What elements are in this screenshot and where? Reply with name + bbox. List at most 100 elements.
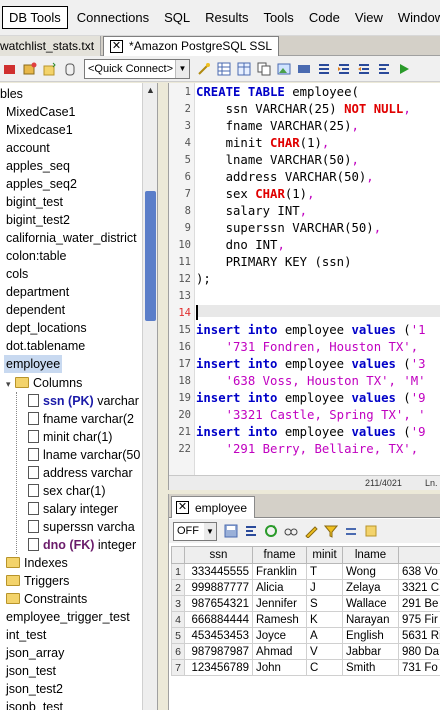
tree-column[interactable]: superssn varcha [28, 518, 135, 536]
tree-table[interactable]: employee_trigger_test [6, 608, 130, 626]
connect-icon[interactable] [23, 62, 37, 76]
tree-indexes-folder[interactable]: Indexes [6, 554, 68, 572]
tree-column[interactable]: minit char(1) [28, 428, 112, 446]
cell-lname[interactable]: Smith [342, 659, 399, 676]
tree-table[interactable]: int_test [6, 626, 46, 644]
edit-icon[interactable] [244, 524, 258, 538]
tree-column-ssn[interactable]: ssn (PK) varchar [28, 392, 139, 410]
cell-lname[interactable]: Jabbar [342, 643, 399, 660]
cell-ssn[interactable]: 453453453 [184, 627, 253, 644]
cell-address[interactable]: 3321 C [398, 579, 440, 596]
cell-lname[interactable]: English [342, 627, 399, 644]
cell-address[interactable]: 638 Vo [398, 563, 440, 580]
export-icon[interactable] [364, 524, 378, 538]
cell-minit[interactable]: V [306, 643, 343, 660]
cell-address[interactable]: 291 Be [398, 595, 440, 612]
tab-watchlist-stats[interactable]: watchlist_stats.txt [0, 36, 102, 56]
cell-minit[interactable]: C [306, 659, 343, 676]
tree-column[interactable]: address varchar [28, 464, 133, 482]
quick-connect-select[interactable]: <Quick Connect> ▼ [84, 58, 190, 79]
tab-amazon-postgresql-ssl[interactable]: ✕ *Amazon PostgreSQL SSL [103, 36, 279, 56]
table-row[interactable]: 1 333445555 Franklin T Wong 638 Vo [171, 563, 440, 580]
copy-icon[interactable] [257, 62, 271, 76]
tree-table[interactable]: dept_locations [6, 319, 87, 337]
tree-table[interactable]: apples_seq2 [6, 175, 77, 193]
cell-minit[interactable]: T [306, 563, 343, 580]
cell-lname[interactable]: Narayan [342, 611, 399, 628]
column-header[interactable]: ssn [184, 546, 253, 564]
tree-column[interactable]: lname varchar(50 [28, 446, 140, 464]
cell-ssn[interactable]: 333445555 [184, 563, 253, 580]
pencil-icon[interactable] [304, 524, 318, 539]
table-row[interactable]: 5 453453453 Joyce A English 5631 Ri [171, 627, 440, 644]
cell-lname[interactable]: Wong [342, 563, 399, 580]
tree-table[interactable]: MixedCase1 [6, 103, 75, 121]
edit-mode-select[interactable]: OFF ▼ [173, 521, 217, 541]
table-icon[interactable] [237, 62, 251, 76]
tree-table[interactable]: account [6, 139, 50, 157]
cell-fname[interactable]: John [252, 659, 307, 676]
tree-column[interactable]: salary integer [28, 500, 118, 518]
result-grid[interactable]: ssn fname minit lname 1 333445555 Franklin… [171, 546, 440, 676]
format-icon[interactable] [377, 62, 391, 76]
menu-connections[interactable]: Connections [71, 7, 155, 28]
tree-table[interactable]: json_test2 [6, 680, 63, 698]
tree-triggers-folder[interactable]: Triggers [6, 572, 69, 590]
lock-icon[interactable] [63, 62, 77, 76]
list-icon[interactable] [317, 62, 331, 76]
run-icon[interactable] [397, 62, 411, 76]
tree-table[interactable]: cols [6, 265, 28, 283]
grid-icon[interactable] [217, 62, 231, 76]
column-header[interactable]: fname [252, 546, 307, 564]
scrollbar-thumb[interactable] [145, 191, 156, 321]
tree-table[interactable]: dependent [6, 301, 65, 319]
cell-minit[interactable]: A [306, 627, 343, 644]
tree-table[interactable]: california_water_district [6, 229, 137, 247]
tree-table[interactable]: colon:table [6, 247, 66, 265]
menu-window[interactable]: Window [392, 7, 440, 28]
column-header[interactable] [398, 546, 440, 564]
menu-results[interactable]: Results [199, 7, 254, 28]
tree-tables-node[interactable]: bles [0, 85, 23, 103]
sql-editor[interactable]: 1 2 3 4 5 6 7 8 9 10 11 12 13 14 15 16 17 18 19 20 21 22 CREA… [168, 83, 440, 490]
cell-address[interactable]: 975 Fir [398, 611, 440, 628]
tree-table[interactable]: jsonb_test [6, 698, 63, 710]
tree-table[interactable]: department [6, 283, 69, 301]
tree-table[interactable]: json_test [6, 662, 56, 680]
table-row[interactable]: 4 666884444 Ramesh K Narayan 975 Fir [171, 611, 440, 628]
menu-code[interactable]: Code [303, 7, 346, 28]
tree-column[interactable]: fname varchar(2 [28, 410, 134, 428]
cell-fname[interactable]: Ramesh [252, 611, 307, 628]
table-row[interactable]: 2 999887777 Alicia J Zelaya 3321 C [171, 579, 440, 596]
cell-address[interactable]: 5631 Ri [398, 627, 440, 644]
scroll-up-icon[interactable]: ▲ [143, 83, 157, 98]
cell-lname[interactable]: Zelaya [342, 579, 399, 596]
close-icon[interactable]: ✕ [176, 501, 189, 514]
tree-table[interactable]: dot.tablename [6, 337, 85, 355]
cell-ssn[interactable]: 666884444 [184, 611, 253, 628]
tree-table[interactable]: json_array [6, 644, 64, 662]
cell-minit[interactable]: S [306, 595, 343, 612]
bookmark-icon[interactable] [297, 62, 311, 76]
cell-fname[interactable]: Franklin [252, 563, 307, 580]
wand-icon[interactable] [197, 62, 211, 76]
column-header[interactable]: lname [342, 546, 399, 564]
cell-address[interactable]: 731 Fo [398, 659, 440, 676]
tree-table-selected[interactable]: employee [4, 355, 63, 373]
tab-result-employee[interactable]: ✕ employee [171, 496, 255, 518]
disconnect-icon[interactable] [3, 62, 17, 76]
menu-db-tools[interactable]: DB Tools [2, 6, 68, 29]
save-icon[interactable] [224, 524, 238, 538]
tree-constraints-folder[interactable]: Constraints [6, 590, 87, 608]
cell-ssn[interactable]: 987987987 [184, 643, 253, 660]
glasses-icon[interactable] [284, 524, 298, 538]
cell-ssn[interactable]: 123456789 [184, 659, 253, 676]
filter-icon[interactable] [323, 524, 339, 538]
cell-fname[interactable]: Alicia [252, 579, 307, 596]
cell-address[interactable]: 980 Da [398, 643, 440, 660]
table-row[interactable]: 7 123456789 John C Smith 731 Fo [171, 659, 440, 676]
cell-fname[interactable]: Jennifer [252, 595, 307, 612]
collapse-icon[interactable]: ▾ [6, 375, 15, 393]
menu-sql[interactable]: SQL [158, 7, 196, 28]
tree-table[interactable]: apples_seq [6, 157, 70, 175]
